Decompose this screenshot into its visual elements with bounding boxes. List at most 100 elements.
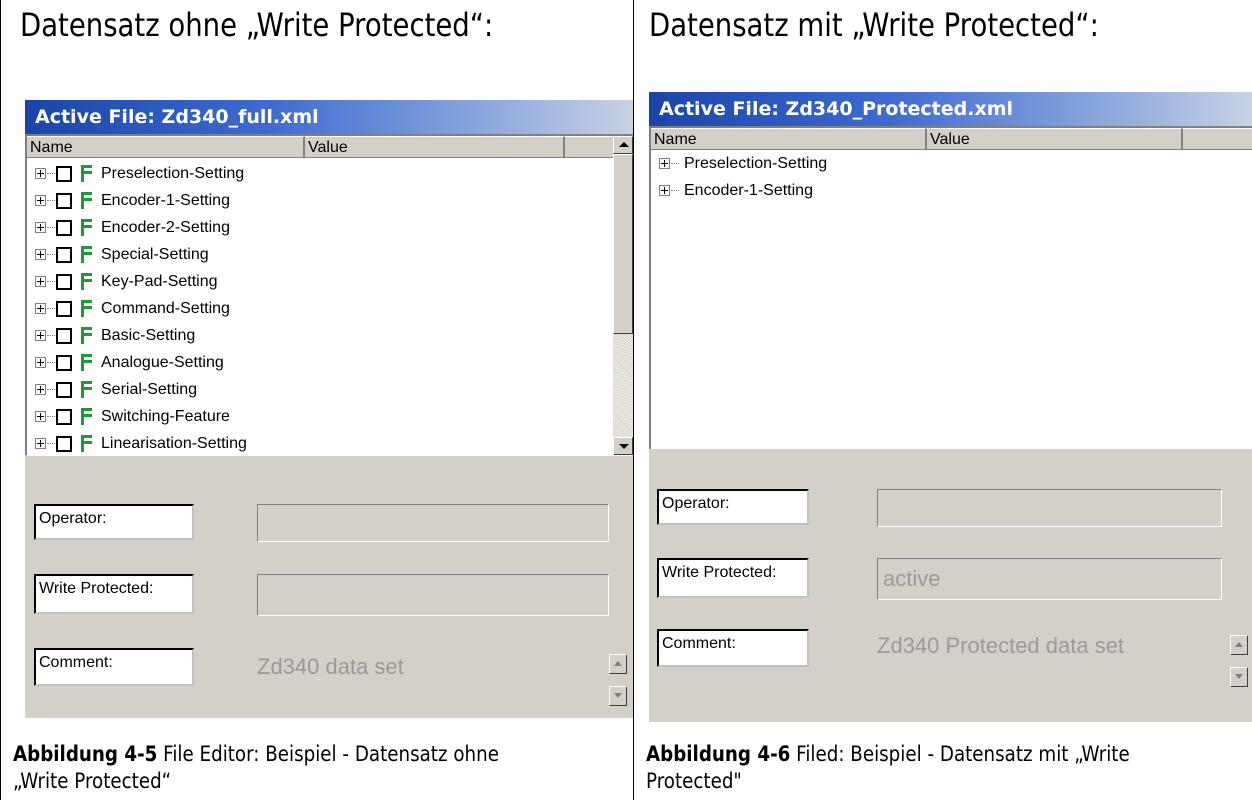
comment-label: Comment: <box>34 648 194 686</box>
left-active-file-title: Active File: Zd340_full.xml <box>25 100 633 134</box>
f-file-icon <box>80 300 92 317</box>
column-name-header[interactable]: Name <box>651 128 927 150</box>
tree-row-label: Serial-Setting <box>101 380 198 398</box>
right-tree-list[interactable]: Name Value Preselection-Setting Encoder-… <box>649 126 1252 449</box>
f-file-icon <box>80 273 92 290</box>
left-column: Datensatz ohne „Write Protected“: Active… <box>0 0 634 800</box>
tree-row-label: Basic-Setting <box>101 326 196 344</box>
tree-row[interactable]: Analogue-Setting <box>27 349 613 376</box>
checkbox-icon[interactable] <box>56 327 72 344</box>
operator-label: Operator: <box>657 489 809 525</box>
tree-row-label: Encoder-2-Setting <box>101 218 230 236</box>
plus-expander-icon[interactable] <box>35 168 46 179</box>
f-file-icon <box>80 327 92 344</box>
tree-row-label: Encoder-1-Setting <box>101 191 230 209</box>
tree-row[interactable]: Linearisation-Setting <box>27 430 613 455</box>
f-file-icon <box>80 219 92 236</box>
plus-expander-icon[interactable] <box>659 158 670 169</box>
plus-expander-icon[interactable] <box>35 249 46 260</box>
plus-expander-icon[interactable] <box>35 222 46 233</box>
plus-expander-icon[interactable] <box>35 330 46 341</box>
column-name-header[interactable]: Name <box>27 136 305 158</box>
scroll-down-arrow-icon[interactable] <box>1230 667 1248 687</box>
left-tree-list[interactable]: Name Value Preselection-Setting Encoder-… <box>25 134 633 456</box>
tree-row[interactable]: Special-Setting <box>27 241 613 268</box>
tree-row[interactable]: Encoder-1-Setting <box>27 187 613 214</box>
checkbox-icon[interactable] <box>56 435 72 452</box>
tree-row-label: Encoder-1-Setting <box>684 181 813 199</box>
comment-label: Comment: <box>657 629 809 667</box>
tree-row-label: Command-Setting <box>101 299 230 317</box>
tree-row-label: Preselection-Setting <box>684 154 828 172</box>
scroll-up-arrow-icon[interactable] <box>613 136 633 154</box>
right-tree-rows: Preselection-Setting Encoder-1-Setting <box>651 150 1232 449</box>
write-protected-label: Write Protected: <box>657 558 809 598</box>
comment-scrollbar[interactable] <box>609 648 629 718</box>
write-protected-label: Write Protected: <box>34 574 194 614</box>
operator-field[interactable] <box>877 489 1222 527</box>
tree-row-label: Preselection-Setting <box>101 164 245 182</box>
right-heading: Datensatz mit „Write Protected“: <box>649 6 1099 44</box>
right-caption-label: Abbildung 4-6 <box>646 742 791 766</box>
comment-scrollbar[interactable] <box>1230 629 1250 693</box>
f-file-icon <box>80 435 92 452</box>
left-caption: Abbildung 4-5 File Editor: Beispiel - Da… <box>13 741 535 795</box>
column-filler <box>1183 128 1252 150</box>
checkbox-icon[interactable] <box>56 165 72 182</box>
checkbox-icon[interactable] <box>56 246 72 263</box>
plus-expander-icon[interactable] <box>35 411 46 422</box>
left-editor-panel: Active File: Zd340_full.xml Name Value P… <box>25 100 633 718</box>
checkbox-icon[interactable] <box>56 219 72 236</box>
tree-row-label: Special-Setting <box>101 245 209 263</box>
tree-row[interactable]: Basic-Setting <box>27 322 613 349</box>
tree-row[interactable]: Switching-Feature <box>27 403 613 430</box>
write-protected-field[interactable]: active <box>877 558 1222 600</box>
scrollbar-thumb[interactable] <box>613 154 633 334</box>
operator-label: Operator: <box>34 504 194 540</box>
plus-expander-icon[interactable] <box>35 438 46 449</box>
plus-expander-icon[interactable] <box>35 276 46 287</box>
tree-row[interactable]: Key-Pad-Setting <box>27 268 613 295</box>
f-file-icon <box>80 192 92 209</box>
right-caption: Abbildung 4-6 Filed: Beispiel - Datensat… <box>646 741 1168 795</box>
comment-field[interactable]: Zd340 Protected data set <box>877 629 1222 693</box>
checkbox-icon[interactable] <box>56 273 72 290</box>
checkbox-icon[interactable] <box>56 408 72 425</box>
checkbox-icon[interactable] <box>56 300 72 317</box>
operator-field[interactable] <box>257 504 609 542</box>
tree-row-label: Key-Pad-Setting <box>101 272 218 290</box>
left-caption-label: Abbildung 4-5 <box>13 742 158 766</box>
plus-expander-icon[interactable] <box>35 357 46 368</box>
tree-row[interactable]: Command-Setting <box>27 295 613 322</box>
right-list-header: Name Value <box>651 128 1252 150</box>
write-protected-field[interactable] <box>257 574 609 616</box>
tree-row[interactable]: Serial-Setting <box>27 376 613 403</box>
tree-row[interactable]: Preselection-Setting <box>651 150 1232 177</box>
scroll-down-arrow-icon[interactable] <box>609 686 627 706</box>
column-value-header[interactable]: Value <box>305 136 565 158</box>
plus-expander-icon[interactable] <box>35 384 46 395</box>
plus-expander-icon[interactable] <box>35 303 46 314</box>
scroll-up-arrow-icon[interactable] <box>609 654 627 674</box>
f-file-icon <box>80 381 92 398</box>
checkbox-icon[interactable] <box>56 192 72 209</box>
scroll-up-arrow-icon[interactable] <box>1230 635 1248 655</box>
checkbox-icon[interactable] <box>56 354 72 371</box>
plus-expander-icon[interactable] <box>659 185 670 196</box>
column-value-header[interactable]: Value <box>927 128 1183 150</box>
tree-row[interactable]: Encoder-1-Setting <box>651 177 1232 204</box>
comment-text: Zd340 data set <box>257 654 404 679</box>
right-active-file-title: Active File: Zd340_Protected.xml <box>649 92 1252 126</box>
f-file-icon <box>80 246 92 263</box>
scroll-down-arrow-icon[interactable] <box>613 437 633 455</box>
tree-row[interactable]: Encoder-2-Setting <box>27 214 613 241</box>
plus-expander-icon[interactable] <box>35 195 46 206</box>
tree-row-label: Switching-Feature <box>101 407 230 425</box>
tree-row-label: Linearisation-Setting <box>101 434 247 452</box>
comment-text: Zd340 Protected data set <box>877 633 1125 658</box>
f-file-icon <box>80 354 92 371</box>
left-vertical-scrollbar[interactable] <box>613 136 633 455</box>
tree-row[interactable]: Preselection-Setting <box>27 160 613 187</box>
checkbox-icon[interactable] <box>56 381 72 398</box>
comment-field[interactable]: Zd340 data set <box>257 648 609 718</box>
